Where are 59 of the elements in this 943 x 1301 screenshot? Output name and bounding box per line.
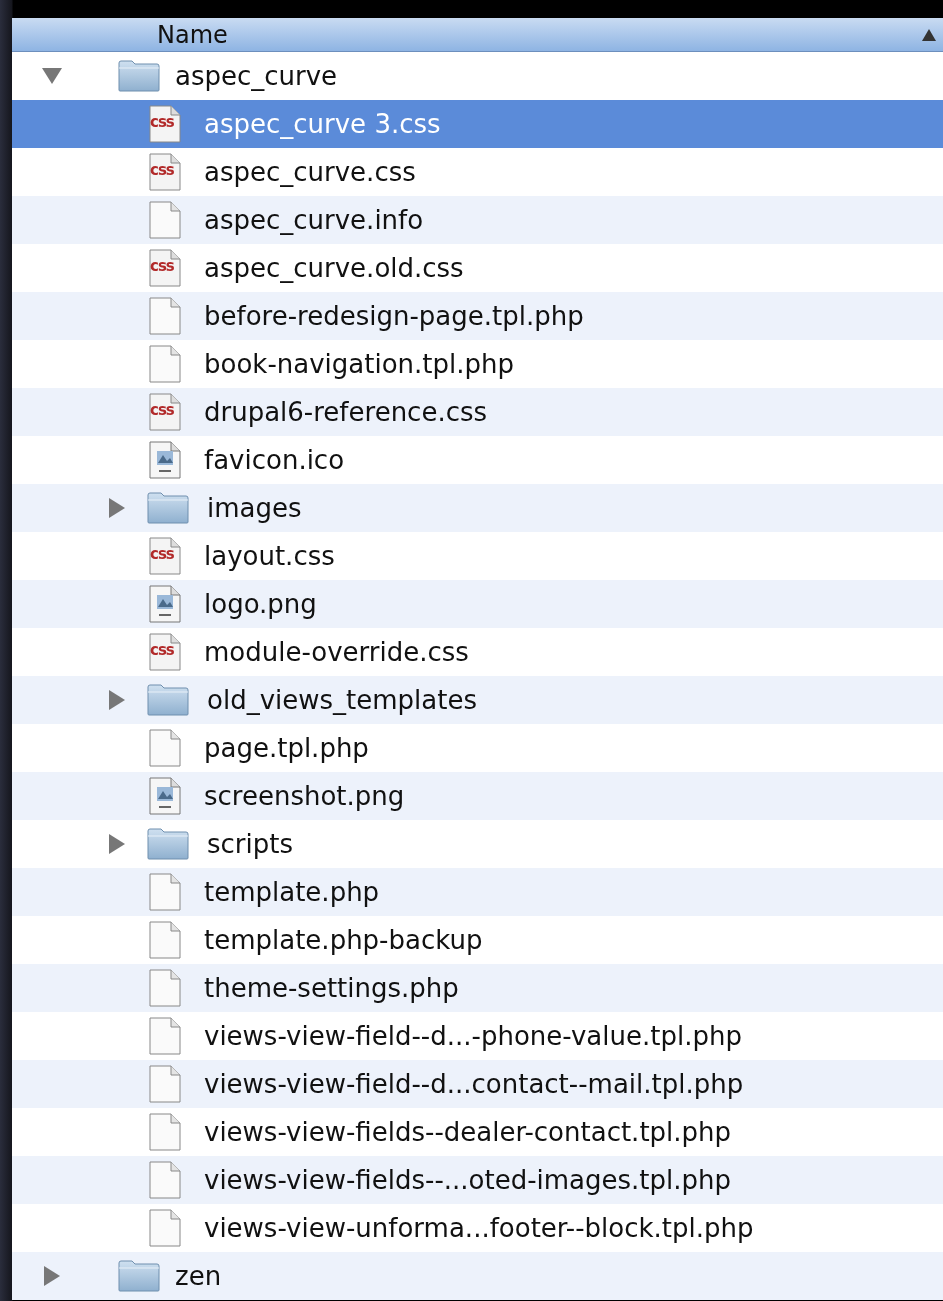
image-file-icon [149, 441, 181, 479]
css-file-icon: css [149, 153, 181, 191]
file-row[interactable]: aspec_curve.info [12, 196, 943, 244]
css-file-icon: css [149, 393, 181, 431]
file-row[interactable]: scripts [12, 820, 943, 868]
file-row[interactable]: template.php-backup [12, 916, 943, 964]
css-file-icon: css [149, 537, 181, 575]
document-icon [149, 345, 181, 383]
file-row[interactable]: theme-settings.php [12, 964, 943, 1012]
disclosure-triangle-icon[interactable] [108, 833, 126, 855]
image-file-icon [149, 585, 181, 623]
disclosure-triangle-icon[interactable] [108, 689, 126, 711]
file-row[interactable]: views-view-fields--...oted-images.tpl.php [12, 1156, 943, 1204]
file-row[interactable]: aspec_curve [12, 52, 943, 100]
sort-arrow-icon [921, 27, 937, 42]
file-row[interactable]: views-view-unforma...footer--block.tpl.php [12, 1204, 943, 1252]
document-icon [149, 921, 181, 959]
disclosure-triangle-icon[interactable] [43, 1265, 61, 1287]
file-row[interactable]: page.tpl.php [12, 724, 943, 772]
file-row[interactable]: css aspec_curve 3.css [12, 100, 943, 148]
document-icon [149, 729, 181, 767]
folder-icon [147, 684, 189, 716]
document-icon [149, 1065, 181, 1103]
disclosure-triangle-icon[interactable] [41, 67, 63, 85]
file-row[interactable]: template.php [12, 868, 943, 916]
css-file-icon: css [149, 249, 181, 287]
disclosure-triangle-icon[interactable] [108, 497, 126, 519]
file-row[interactable]: logo.png [12, 580, 943, 628]
file-row[interactable]: zen [12, 1252, 943, 1300]
file-row[interactable]: views-view-field--d...contact--mail.tpl.php [12, 1060, 943, 1108]
document-icon [149, 1017, 181, 1055]
file-row[interactable]: views-view-fields--dealer-contact.tpl.php [12, 1108, 943, 1156]
folder-icon [147, 828, 189, 860]
folder-icon [118, 1260, 160, 1292]
folder-icon [147, 492, 189, 524]
document-icon [149, 969, 181, 1007]
css-file-icon: css [149, 105, 181, 143]
file-row[interactable]: css layout.css [12, 532, 943, 580]
file-row[interactable]: old_views_templates [12, 676, 943, 724]
file-row[interactable]: screenshot.png [12, 772, 943, 820]
document-icon [149, 297, 181, 335]
file-row[interactable]: css aspec_curve.css [12, 148, 943, 196]
css-file-icon: css [149, 633, 181, 671]
file-row[interactable]: book-navigation.tpl.php [12, 340, 943, 388]
file-row[interactable]: favicon.ico [12, 436, 943, 484]
file-row[interactable]: views-view-field--d...-phone-value.tpl.php [12, 1012, 943, 1060]
file-row[interactable]: css module-override.css [12, 628, 943, 676]
document-icon [149, 201, 181, 239]
document-icon [149, 1209, 181, 1247]
column-header[interactable]: Name [12, 18, 943, 52]
document-icon [149, 1161, 181, 1199]
file-row[interactable]: css aspec_curve.old.css [12, 244, 943, 292]
document-icon [149, 1113, 181, 1151]
file-row[interactable]: before-redesign-page.tpl.php [12, 292, 943, 340]
document-icon [149, 873, 181, 911]
file-row[interactable]: css drupal6-reference.css [12, 388, 943, 436]
folder-icon [118, 60, 160, 92]
file-row[interactable]: images [12, 484, 943, 532]
image-file-icon [149, 777, 181, 815]
